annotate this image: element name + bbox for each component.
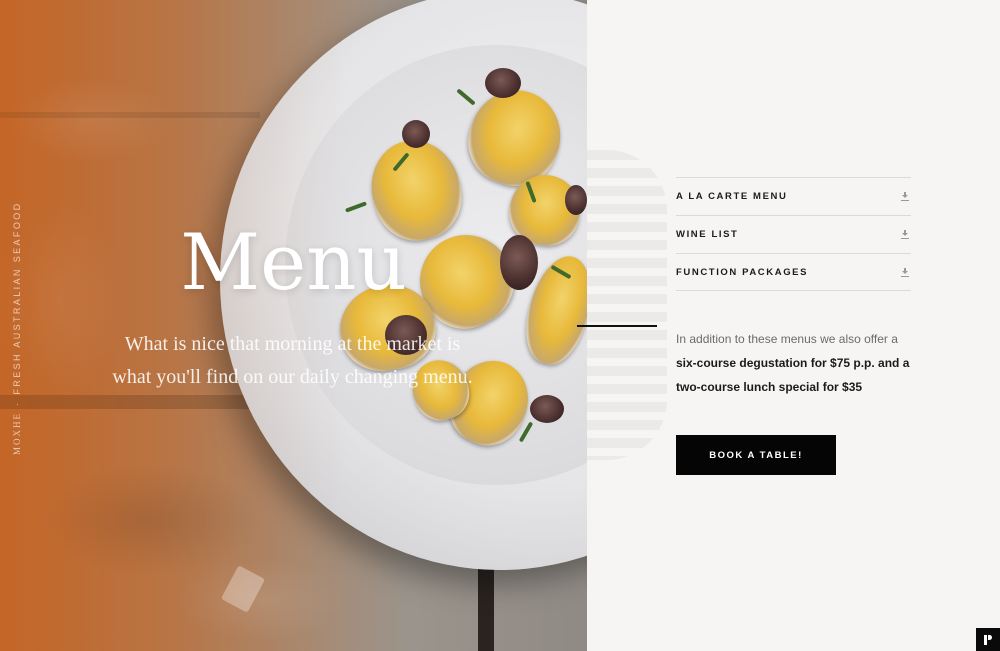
- offer-text: In addition to these menus we also offer…: [676, 327, 916, 399]
- download-icon: [901, 267, 909, 277]
- download-icon: [901, 230, 909, 239]
- menu-link-wine-list[interactable]: WINE LIST: [676, 215, 911, 253]
- menu-link-label: WINE LIST: [676, 229, 739, 240]
- brand-name: MOXHE: [12, 412, 22, 455]
- download-icon: [901, 192, 909, 201]
- section-divider: [577, 325, 657, 327]
- hero-section: MOXHE·FRESH AUSTRALIAN SEAFOOD Menu What…: [0, 0, 587, 651]
- menu-link-a-la-carte[interactable]: A LA CARTE MENU: [676, 177, 911, 215]
- offer-highlight: six-course degustation for $75 p.p. and …: [676, 356, 910, 394]
- page-subtitle: What is nice that morning at the market …: [112, 333, 473, 388]
- hero-overlay: [0, 0, 587, 651]
- book-table-button[interactable]: BOOK A TABLE!: [676, 435, 836, 475]
- decorative-shell-shadow: [587, 150, 667, 460]
- menu-link-function-packages[interactable]: FUNCTION PACKAGES: [676, 253, 911, 291]
- menu-link-label: FUNCTION PACKAGES: [676, 266, 809, 278]
- menu-downloads-list: A LA CARTE MENU WINE LIST FUNCTION PACKA…: [676, 177, 911, 291]
- logo-icon: [983, 634, 993, 645]
- offer-intro: In addition to these menus we also offer…: [676, 332, 898, 346]
- page-title: Menu: [180, 218, 407, 308]
- brand-separator: ·: [12, 400, 22, 406]
- menu-link-label: A LA CARTE MENU: [676, 191, 788, 202]
- site-badge[interactable]: [976, 628, 1000, 651]
